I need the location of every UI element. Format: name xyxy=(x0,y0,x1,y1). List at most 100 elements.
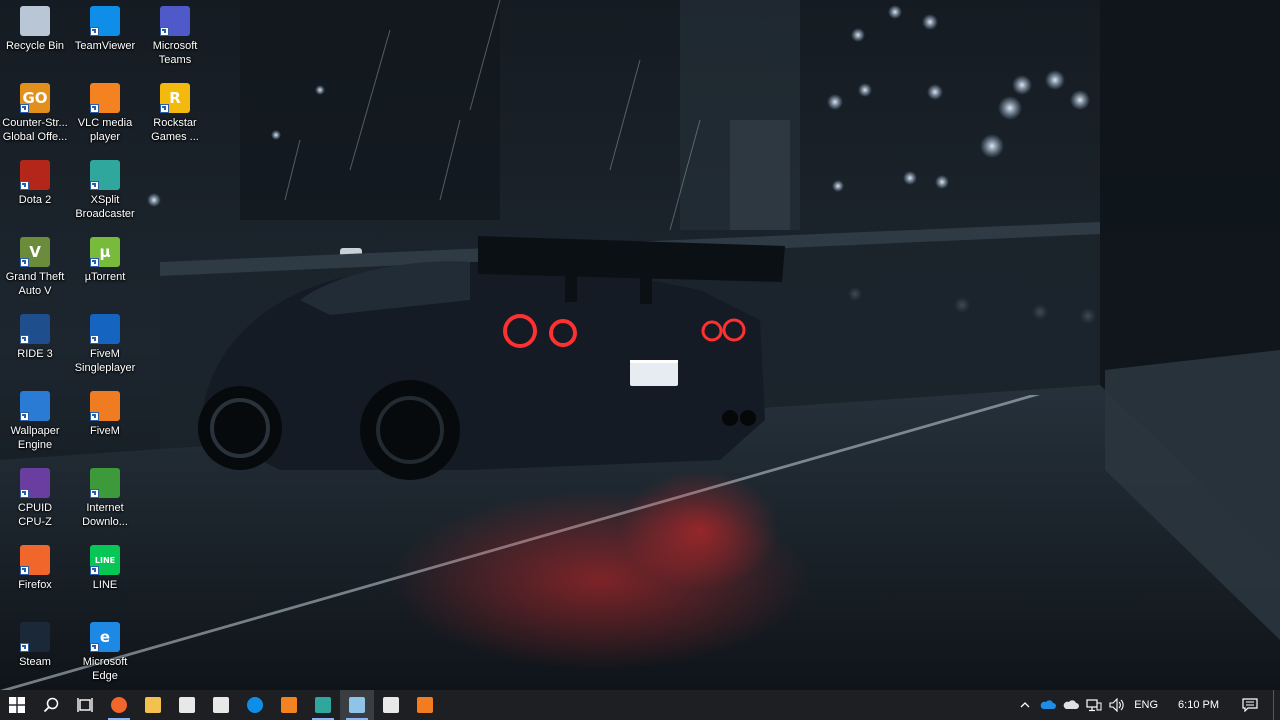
desktop-icon-label: Microsoft Teams xyxy=(152,40,198,66)
edge-icon: e xyxy=(90,622,120,652)
onedrive-tray-button[interactable] xyxy=(1036,690,1059,720)
xsplit-icon xyxy=(90,160,120,190)
notifications-icon xyxy=(1242,698,1258,712)
desktop-icon-label: FiveM Singleplayer xyxy=(74,348,136,374)
shortcut-arrow-icon xyxy=(90,643,99,652)
desktop-icon-csgo[interactable]: GO Counter-Str... Global Offe... xyxy=(0,77,70,149)
desktop-icon-label: Microsoft Edge xyxy=(82,656,128,682)
system-clock[interactable]: 6:10 PM xyxy=(1164,699,1233,711)
ride3-icon xyxy=(20,314,50,344)
shortcut-arrow-icon xyxy=(20,258,29,267)
icon-glyph: LINE xyxy=(94,555,116,565)
taskbar-mail-button[interactable] xyxy=(204,690,238,720)
taskbar-vlc-button[interactable] xyxy=(272,690,306,720)
store-icon xyxy=(179,697,195,713)
taskbar-pinned-apps xyxy=(102,690,442,720)
recycle-bin-icon xyxy=(20,6,50,36)
fivem-singleplayer-icon xyxy=(90,314,120,344)
shortcut-arrow-icon xyxy=(20,643,29,652)
desktop-icon-label: VLC media player xyxy=(77,117,133,143)
desktop-icon-edge[interactable]: e Microsoft Edge xyxy=(70,616,140,688)
taskbar-file-explorer-button[interactable] xyxy=(136,690,170,720)
notepad-icon xyxy=(349,697,365,713)
start-button[interactable] xyxy=(0,690,34,720)
onedrive-personal-tray-button[interactable] xyxy=(1059,690,1082,720)
desktop-icon-idm[interactable]: Internet Downlo... xyxy=(70,462,140,534)
network-tray-button[interactable] xyxy=(1082,690,1105,720)
desktop-icon-label: TeamViewer xyxy=(74,40,136,52)
taskbar: ENG 6:10 PM xyxy=(0,690,1280,720)
taskbar-store-button[interactable] xyxy=(170,690,204,720)
icon-glyph: V xyxy=(29,243,41,261)
teamviewer-icon xyxy=(247,697,263,713)
shortcut-arrow-icon xyxy=(90,566,99,575)
mail-icon xyxy=(213,697,229,713)
shortcut-arrow-icon xyxy=(20,566,29,575)
fivem-icon xyxy=(90,391,120,421)
desktop-icon-cpuz[interactable]: CPUID CPU-Z xyxy=(0,462,70,534)
desktop-icon-ride3[interactable]: RIDE 3 xyxy=(0,308,70,380)
volume-icon xyxy=(1109,698,1124,712)
taskbar-notepad-button[interactable] xyxy=(340,690,374,720)
gta5-icon: V xyxy=(20,237,50,267)
desktop-icon-line[interactable]: LINE LINE xyxy=(70,539,140,611)
cloud-icon xyxy=(1063,700,1079,709)
desktop-icon-label: µTorrent xyxy=(84,271,126,283)
vlc-icon xyxy=(281,697,297,713)
desktop-icon-firefox[interactable]: Firefox xyxy=(0,539,70,611)
action-center-button[interactable] xyxy=(1233,690,1267,720)
desktop-icon-gta5[interactable]: V Grand Theft Auto V xyxy=(0,231,70,303)
vlc-icon xyxy=(90,83,120,113)
shortcut-arrow-icon xyxy=(20,181,29,190)
csgo-icon: GO xyxy=(20,83,50,113)
search-button[interactable] xyxy=(34,690,68,720)
search-icon xyxy=(43,697,59,713)
shortcut-arrow-icon xyxy=(90,27,99,36)
desktop-icon-label: Wallpaper Engine xyxy=(10,425,60,451)
volume-tray-button[interactable] xyxy=(1105,690,1128,720)
desktop-icon-label: LINE xyxy=(92,579,118,591)
desktop-icon-vlc[interactable]: VLC media player xyxy=(70,77,140,149)
taskbar-xampp-button[interactable] xyxy=(408,690,442,720)
desktop-icon-fivem-singleplayer[interactable]: FiveM Singleplayer xyxy=(70,308,140,380)
shortcut-arrow-icon xyxy=(20,412,29,421)
desktop-icon-teamviewer[interactable]: TeamViewer xyxy=(70,0,140,72)
task-view-button[interactable] xyxy=(68,690,102,720)
network-icon xyxy=(1086,699,1102,712)
taskbar-security-button[interactable] xyxy=(374,690,408,720)
desktop-icon-recycle-bin[interactable]: Recycle Bin xyxy=(0,0,70,72)
icon-glyph: R xyxy=(169,89,181,107)
desktop-icon-label: Rockstar Games ... xyxy=(151,117,199,143)
file-explorer-icon xyxy=(145,697,161,713)
desktop-icon-label: CPUID CPU-Z xyxy=(17,502,53,528)
shortcut-arrow-icon xyxy=(90,258,99,267)
desktop-icon-steam[interactable]: Steam xyxy=(0,616,70,688)
desktop-icon-utorrent[interactable]: µ µTorrent xyxy=(70,231,140,303)
desktop-icon-label: Dota 2 xyxy=(18,194,52,206)
show-hidden-icons-button[interactable] xyxy=(1013,690,1036,720)
desktop-icon-xsplit[interactable]: XSplit Broadcaster xyxy=(70,154,140,226)
show-desktop-button[interactable] xyxy=(1273,690,1280,720)
icon-glyph: e xyxy=(99,628,111,646)
icon-glyph: µ xyxy=(99,243,111,261)
shortcut-arrow-icon xyxy=(20,335,29,344)
taskbar-xsplit-button[interactable] xyxy=(306,690,340,720)
utorrent-icon: µ xyxy=(90,237,120,267)
cpuz-icon xyxy=(20,468,50,498)
desktop-icon-wallpaper-engine[interactable]: Wallpaper Engine xyxy=(0,385,70,457)
desktop-icon-label: XSplit Broadcaster xyxy=(75,194,135,220)
desktop-icon-dota2[interactable]: Dota 2 xyxy=(0,154,70,226)
shortcut-arrow-icon xyxy=(20,489,29,498)
xsplit-icon xyxy=(315,697,331,713)
input-language-indicator[interactable]: ENG xyxy=(1128,699,1164,711)
desktop-icon-rockstar[interactable]: R Rockstar Games ... xyxy=(140,77,210,149)
desktop-icon-teams[interactable]: Microsoft Teams xyxy=(140,0,210,72)
task-view-icon xyxy=(77,698,93,712)
desktop-icon-fivem[interactable]: FiveM xyxy=(70,385,140,457)
rockstar-icon: R xyxy=(160,83,190,113)
shortcut-arrow-icon xyxy=(160,104,169,113)
taskbar-teamviewer-button[interactable] xyxy=(238,690,272,720)
desktop-icon-label: Firefox xyxy=(18,579,52,591)
taskbar-firefox-button[interactable] xyxy=(102,690,136,720)
onedrive-cloud-icon xyxy=(1040,700,1056,709)
